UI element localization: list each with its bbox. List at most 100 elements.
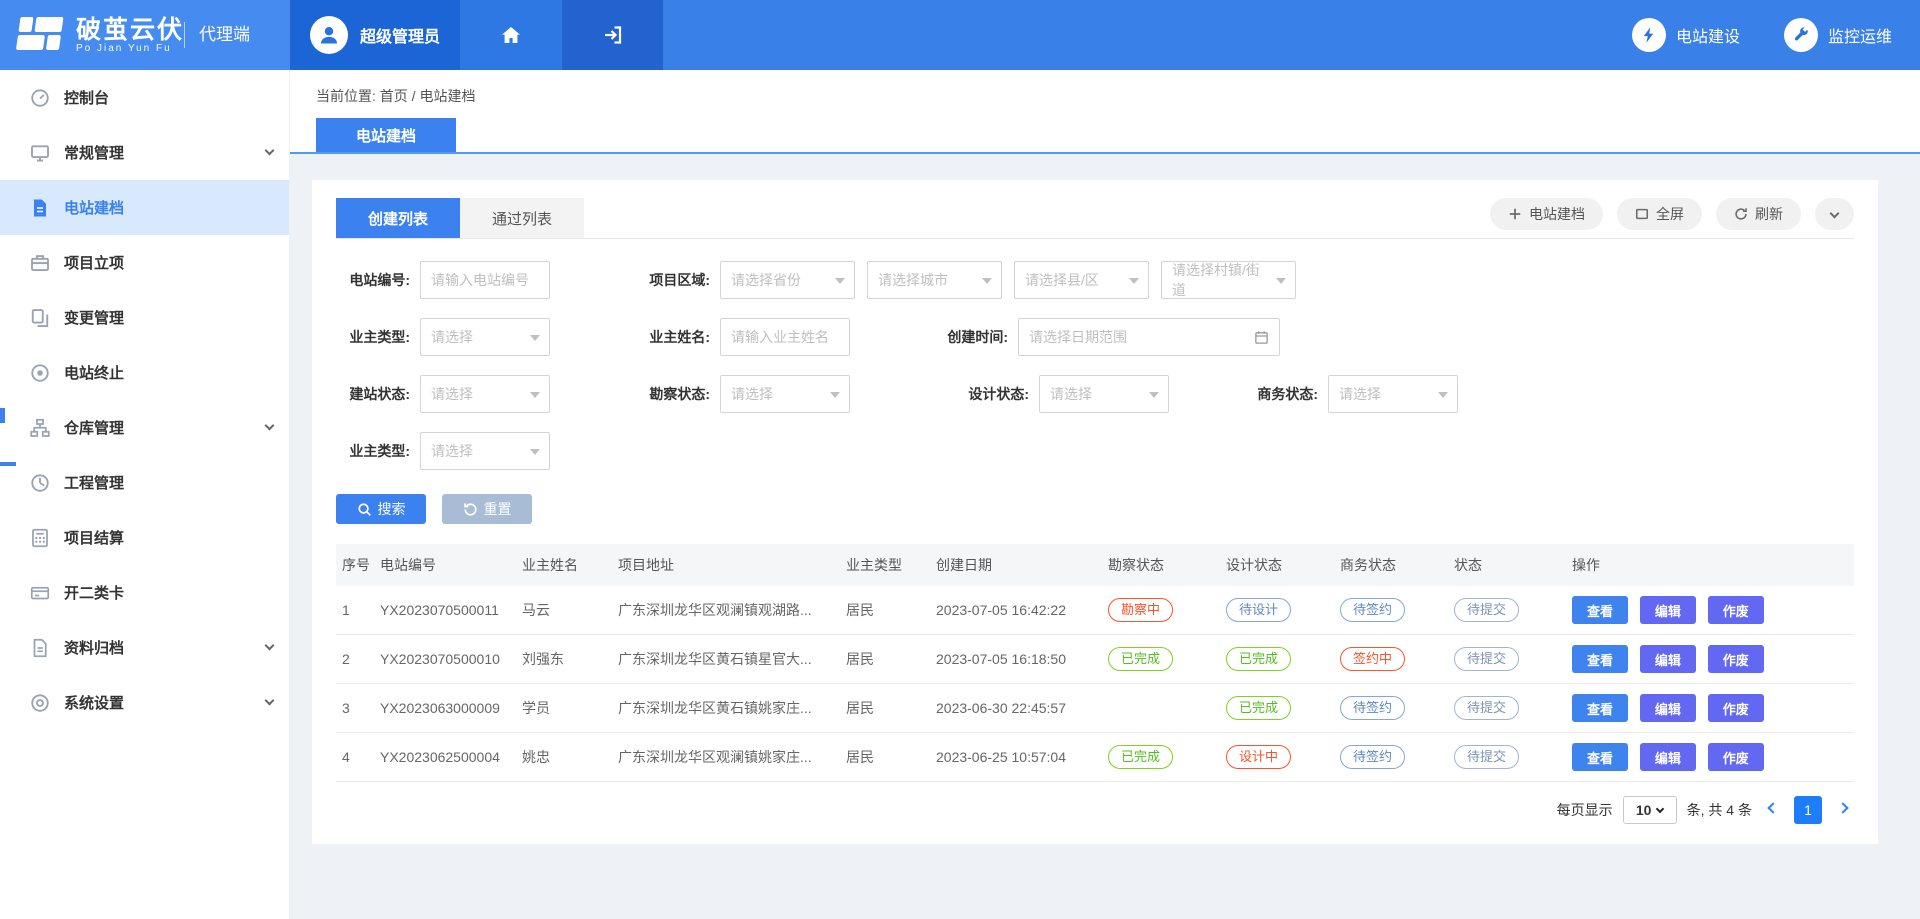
scroll-indicator[interactable]: [0, 408, 5, 423]
header-nav: 电站建设 监控运维: [1632, 0, 1920, 70]
col-header-created: 创建日期: [930, 555, 1102, 575]
business-status-select[interactable]: 请选择: [1328, 375, 1458, 413]
content-area: 创建列表 通过列表 电站建档 全屏 刷新: [290, 154, 1920, 919]
cell-type: 居民: [840, 698, 930, 718]
sidebar-item-change-mgmt[interactable]: 变更管理: [0, 290, 289, 345]
home-button[interactable]: [460, 0, 562, 70]
page-tab-bar: 电站建档: [290, 118, 1920, 154]
file-icon: [30, 198, 50, 218]
reset-label: 重置: [484, 499, 512, 519]
cell-owner: 马云: [516, 600, 612, 620]
station-code-input[interactable]: [420, 261, 550, 299]
survey-status-label: 勘察状态:: [636, 384, 710, 404]
scroll-indicator[interactable]: [0, 462, 16, 466]
owner-type2-select[interactable]: 请选择: [420, 432, 550, 470]
status-badge: 待提交: [1454, 598, 1519, 622]
survey-status-select[interactable]: 请选择: [720, 375, 850, 413]
table-row: 1 YX2023070500011 马云 广东深圳龙华区观澜镇观湖路... 居民…: [336, 586, 1854, 635]
app-header: 破茧云伏 Po Jian Yun Fu 代理端 超级管理员: [0, 0, 1920, 70]
sidebar-item-general-mgmt[interactable]: 常规管理: [0, 125, 289, 180]
sidebar-item-project-initiation[interactable]: 项目立项: [0, 235, 289, 290]
breadcrumb-home-link[interactable]: 首页: [380, 88, 408, 104]
view-button[interactable]: 查看: [1572, 645, 1628, 673]
reset-button[interactable]: 重置: [442, 494, 532, 524]
cell-index: 2: [336, 651, 374, 667]
chevron-down-icon: [265, 421, 275, 431]
edit-button[interactable]: 编辑: [1640, 645, 1696, 673]
prev-page-button[interactable]: [1762, 799, 1784, 821]
province-select[interactable]: 请选择省份: [720, 261, 855, 299]
settings-icon: [30, 693, 50, 713]
logout-button[interactable]: [562, 0, 663, 70]
chevron-down-icon: [1656, 804, 1664, 812]
edit-button[interactable]: 编辑: [1640, 694, 1696, 722]
search-button[interactable]: 搜索: [336, 494, 426, 524]
sidebar-item-data-archive[interactable]: 资料归档: [0, 620, 289, 675]
void-button[interactable]: 作废: [1708, 596, 1764, 624]
sidebar-item-label: 系统设置: [64, 692, 266, 713]
view-button[interactable]: 查看: [1572, 596, 1628, 624]
sidebar-item-label: 资料归档: [64, 637, 266, 658]
user-menu[interactable]: 超级管理员: [290, 0, 460, 70]
design-status-label: 设计状态:: [955, 384, 1029, 404]
date-range-input[interactable]: 请选择日期范围: [1018, 318, 1280, 356]
app: 破茧云伏 Po Jian Yun Fu 代理端 超级管理员: [0, 0, 1920, 919]
cell-address: 广东深圳龙华区观澜镇姚家庄...: [612, 747, 840, 767]
logo: 破茧云伏 Po Jian Yun Fu 代理端: [0, 0, 290, 70]
logo-icon: [15, 17, 68, 53]
fullscreen-button[interactable]: 全屏: [1617, 198, 1702, 230]
col-header-address: 项目地址: [612, 555, 840, 575]
county-select[interactable]: 请选择县/区: [1014, 261, 1149, 299]
edit-button[interactable]: 编辑: [1640, 596, 1696, 624]
sidebar-item-label: 项目结算: [64, 527, 273, 548]
pagination: 每页显示 10 条, 共 4 条 1: [336, 796, 1854, 824]
cell-type: 居民: [840, 600, 930, 620]
col-header-index: 序号: [336, 555, 374, 575]
col-header-operations: 操作: [1566, 555, 1854, 575]
void-button[interactable]: 作废: [1708, 645, 1764, 673]
col-header-code: 电站编号: [374, 555, 516, 575]
sidebar-item-label: 电站建档: [64, 197, 273, 218]
sidebar-item-project-settlement[interactable]: 项目结算: [0, 510, 289, 565]
nav-monitor-ops[interactable]: 监控运维: [1784, 18, 1892, 52]
city-select[interactable]: 请选择城市: [867, 261, 1002, 299]
view-button[interactable]: 查看: [1572, 743, 1628, 771]
header-spacer: [663, 0, 1632, 70]
sidebar-item-console[interactable]: 控制台: [0, 70, 289, 125]
view-button[interactable]: 查看: [1572, 694, 1628, 722]
sidebar-item-label: 电站终止: [64, 362, 273, 383]
station-table: 序号 电站编号 业主姓名 项目地址 业主类型 创建日期 勘察状态 设计状态 商务…: [336, 544, 1854, 782]
caret-down-icon: [835, 278, 845, 284]
build-status-select[interactable]: 请选择: [420, 375, 550, 413]
owner-type-select[interactable]: 请选择: [420, 318, 550, 356]
fullscreen-icon: [1635, 207, 1649, 221]
void-button[interactable]: 作废: [1708, 743, 1764, 771]
sidebar-item-system-settings[interactable]: 系统设置: [0, 675, 289, 730]
sidebar-item-station-termination[interactable]: 电站终止: [0, 345, 289, 400]
owner-name-input[interactable]: [720, 318, 850, 356]
village-select[interactable]: 请选择村镇/街道: [1161, 261, 1296, 299]
sidebar-item-engineering-mgmt[interactable]: 工程管理: [0, 455, 289, 510]
logo-title: 破茧云伏: [76, 17, 184, 43]
next-page-button[interactable]: [1832, 799, 1854, 821]
col-header-owner: 业主姓名: [516, 555, 612, 575]
sidebar-item-label: 工程管理: [64, 472, 273, 493]
page-tab-station-archive[interactable]: 电站建档: [316, 118, 456, 152]
design-status-select[interactable]: 请选择: [1039, 375, 1169, 413]
refresh-button[interactable]: 刷新: [1716, 198, 1801, 230]
void-button[interactable]: 作废: [1708, 694, 1764, 722]
tab-create-list[interactable]: 创建列表: [336, 198, 460, 238]
page-header: 当前位置: 首页 / 电站建档 电站建档: [290, 70, 1920, 154]
per-page-select[interactable]: 10: [1623, 796, 1677, 824]
create-station-button[interactable]: 电站建档: [1490, 198, 1603, 230]
tab-passed-list[interactable]: 通过列表: [460, 198, 584, 238]
sidebar-item-warehouse-mgmt[interactable]: 仓库管理: [0, 400, 289, 455]
nav-station-build[interactable]: 电站建设: [1632, 18, 1740, 52]
edit-button[interactable]: 编辑: [1640, 743, 1696, 771]
page-number-button[interactable]: 1: [1794, 796, 1822, 824]
sidebar-item-type2-card[interactable]: 开二类卡: [0, 565, 289, 620]
cell-code: YX2023062500004: [374, 749, 516, 765]
collapse-toolbar-button[interactable]: [1815, 198, 1854, 230]
sidebar-item-station-archive[interactable]: 电站建档: [0, 180, 289, 235]
cell-owner: 学员: [516, 698, 612, 718]
